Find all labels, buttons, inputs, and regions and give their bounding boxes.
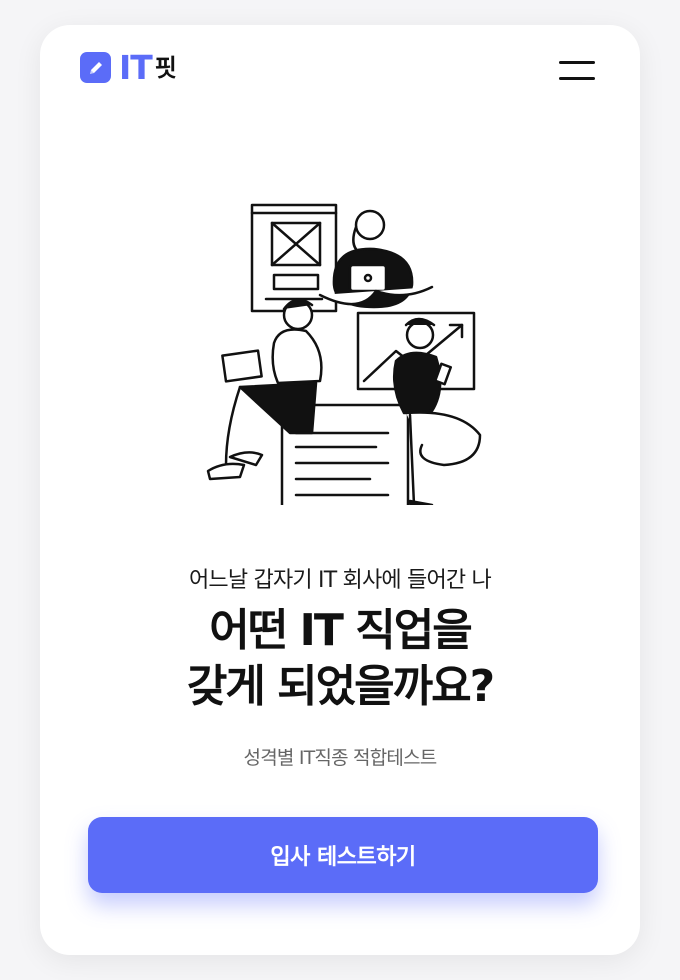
main-card: IT 핏 어느날 갑자기 IT 회사에 들어간 나 어떤 IT 직업을 갖게 되… [40, 25, 640, 955]
hero-subtitle: 어느날 갑자기 IT 회사에 들어간 나 [188, 568, 492, 593]
hero-tagline: 성격별 IT직종 적합테스트 [243, 747, 438, 769]
logo-text-korean: 핏 [154, 53, 177, 82]
logo[interactable]: IT 핏 [80, 51, 177, 84]
team-illustration [206, 203, 482, 505]
menu-line [559, 60, 595, 64]
menu-line [559, 76, 595, 80]
page-title: 어떤 IT 직업을 갖게 되었을까요? [40, 603, 640, 715]
title-line-2: 갖게 되었을까요? [186, 661, 495, 712]
logo-text-latin: IT [119, 48, 153, 87]
start-test-button[interactable]: 입사 테스트하기 [88, 817, 598, 893]
hamburger-menu-icon[interactable] [554, 55, 598, 85]
title-line-1: 어떤 IT 직업을 [209, 605, 472, 656]
pencil-icon [80, 52, 111, 83]
